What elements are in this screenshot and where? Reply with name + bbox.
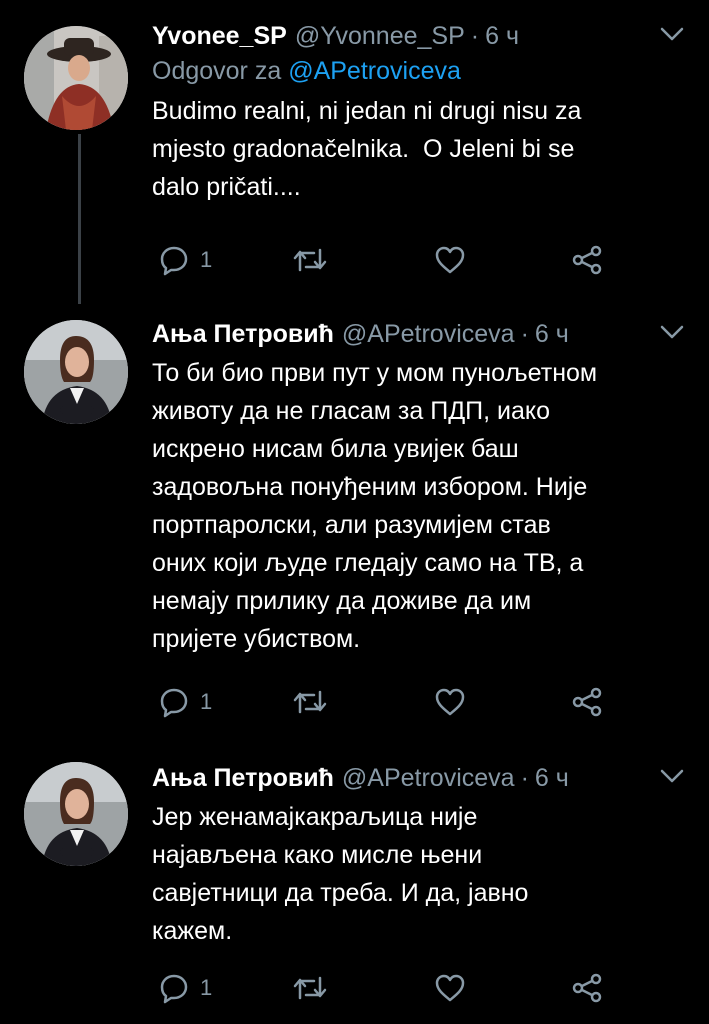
tweet-header: Ања Петровић @APetroviceva · 6 ч [152, 318, 691, 350]
reply-to-line: Odgovor za @APetroviceva [152, 54, 691, 88]
retweet-icon [293, 690, 327, 714]
share-button[interactable] [570, 240, 604, 280]
tweet-actions: 1 [152, 968, 622, 1008]
separator: · [520, 764, 529, 792]
retweet-icon [293, 976, 327, 1000]
timestamp[interactable]: 6 ч [535, 318, 569, 350]
like-icon [435, 246, 465, 274]
tweet-actions: 1 [152, 240, 622, 280]
woman-portrait-avatar [24, 320, 128, 424]
share-button[interactable] [570, 682, 604, 722]
tweet[interactable]: Ања Петровић @APetroviceva · 6 ч То би б… [0, 304, 709, 744]
share-button[interactable] [570, 968, 604, 1008]
share-icon [572, 973, 602, 1003]
reply-icon [160, 688, 188, 718]
woman-in-hat-avatar [24, 26, 128, 130]
tweet-header: Ања Петровић @APetroviceva · 6 ч [152, 762, 691, 794]
like-icon [435, 974, 465, 1002]
chevron-down-icon[interactable] [657, 320, 687, 344]
display-name[interactable]: Ања Петровић [152, 318, 334, 350]
reply-to-mention[interactable]: @APetroviceva [288, 57, 461, 85]
user-handle[interactable]: @APetroviceva [342, 318, 515, 350]
like-icon [435, 688, 465, 716]
reply-count: 1 [200, 689, 213, 714]
tweet-actions: 1 [152, 682, 622, 722]
timestamp[interactable]: 6 ч [535, 762, 569, 794]
woman-portrait-avatar [24, 762, 128, 866]
reply-to-label: Odgovor za [152, 57, 282, 85]
retweet-button[interactable] [292, 682, 328, 722]
like-button[interactable] [434, 968, 466, 1008]
tweet-text: Јер женамајкакраљица није најављена како… [152, 803, 529, 945]
display-name[interactable]: Yvonee_SP [152, 20, 287, 52]
separator: · [470, 22, 480, 50]
share-icon [572, 687, 602, 717]
retweet-icon [293, 248, 327, 272]
share-icon [572, 245, 602, 275]
retweet-button[interactable] [292, 240, 328, 280]
chevron-down-icon[interactable] [657, 22, 687, 46]
like-button[interactable] [434, 240, 466, 280]
avatar[interactable] [24, 762, 128, 866]
reply-button[interactable]: 1 [158, 968, 212, 1008]
user-handle[interactable]: @Yvonnee_SP [295, 20, 465, 52]
tweet-text: То би био први пут у мом пунољетном живо… [152, 359, 598, 653]
like-button[interactable] [434, 682, 466, 722]
avatar[interactable] [24, 320, 128, 424]
reply-button[interactable]: 1 [158, 682, 212, 722]
chevron-down-icon[interactable] [657, 764, 687, 788]
reply-icon [160, 974, 188, 1004]
reply-icon [160, 246, 188, 276]
avatar[interactable] [24, 26, 128, 130]
tweet-text: Budimo realni, ni jedan ni drugi nisu za… [152, 97, 582, 201]
reply-button[interactable]: 1 [158, 240, 212, 280]
separator: · [520, 320, 529, 348]
user-handle[interactable]: @APetroviceva [342, 762, 515, 794]
tweet[interactable]: Yvonee_SP @Yvonnee_SP · 6 ч Odgovor za @… [0, 0, 709, 300]
reply-count: 1 [200, 247, 213, 272]
tweet[interactable]: Ања Петровић @APetroviceva · 6 ч Јер жен… [0, 748, 709, 1024]
timestamp[interactable]: 6 ч [485, 20, 519, 52]
display-name[interactable]: Ања Петровић [152, 762, 334, 794]
reply-count: 1 [200, 975, 213, 1000]
tweet-header: Yvonee_SP @Yvonnee_SP · 6 ч [152, 20, 691, 52]
retweet-button[interactable] [292, 968, 328, 1008]
